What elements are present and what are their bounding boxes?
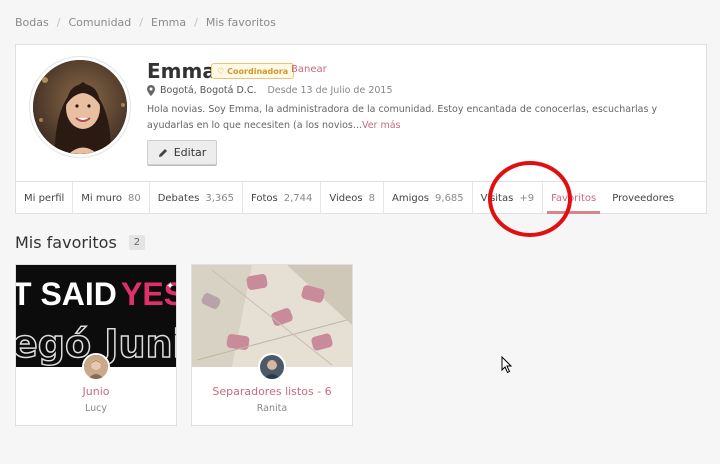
pencil-icon [158, 148, 167, 157]
profile-name: Emma [147, 59, 216, 83]
favorite-title[interactable]: Junio [16, 385, 176, 398]
breadcrumb-item-emma[interactable]: Emma [151, 16, 186, 29]
bio-text: Hola novias. Soy Emma, la administradora… [147, 104, 658, 131]
profile-tabs: Mi perfil Mi muro 80 Debates 3,365 Fotos… [16, 181, 706, 214]
tab-mi-perfil[interactable]: Mi perfil [16, 182, 74, 214]
role-badge-label: Coordinadora [227, 66, 289, 76]
breadcrumb-separator: / [139, 16, 144, 29]
tab-label: Videos [329, 192, 363, 204]
tab-count: 3,365 [205, 192, 234, 204]
heart-icon: ♡ [217, 66, 225, 76]
tab-label: Mi perfil [24, 192, 65, 204]
tab-count: 9,685 [435, 192, 464, 204]
tab-label: Mi muro [81, 192, 122, 204]
sparkle-icon: ✦ [166, 281, 174, 292]
avatar-photo [33, 60, 127, 154]
profile-bio: Hola novias. Soy Emma, la administradora… [147, 102, 692, 134]
location-text: Bogotá, Bogotá D.C. [160, 85, 257, 96]
favorite-cover-image: T SAID YES ✦ egó Juni [16, 265, 176, 367]
favorite-owner: Ranita [256, 403, 288, 414]
member-since: Desde 13 de Julio de 2015 [267, 85, 393, 96]
favorite-card-separadores[interactable]: Separadores listos - 6 Ranita [191, 264, 353, 426]
favorite-card-junio[interactable]: T SAID YES ✦ egó Juni Junio Lucy [15, 264, 177, 426]
breadcrumb-item-current: Mis favoritos [205, 16, 276, 29]
edit-profile-button[interactable]: Editar [147, 140, 217, 165]
breadcrumb-separator: / [194, 16, 198, 29]
favorites-section-title: Mis favoritos 2 [15, 233, 146, 252]
tab-label: Debates [157, 192, 200, 204]
profile-card: Emma ♡ Coordinadora Banear Bogotá, Bogot… [15, 44, 707, 214]
cover-image [192, 265, 352, 367]
owner-avatar[interactable] [82, 353, 110, 381]
tab-label: Proveedores [612, 192, 675, 204]
mouse-cursor-icon [501, 356, 513, 374]
favorite-cover-image [192, 265, 352, 367]
tab-proveedores[interactable]: Proveedores [604, 182, 682, 214]
tab-count: 2,744 [283, 192, 313, 204]
tab-fotos[interactable]: Fotos 2,744 [243, 182, 322, 214]
tab-label: Amigos [391, 192, 430, 204]
owner-avatar-image [260, 355, 284, 379]
role-badge: ♡ Coordinadora [211, 63, 295, 79]
section-heading: Mis favoritos [15, 233, 117, 252]
favorite-owner: Lucy [85, 403, 107, 414]
tab-count: 8 [368, 192, 375, 204]
avatar[interactable] [30, 57, 130, 157]
see-more-link[interactable]: Ver más [362, 120, 401, 131]
favorite-title[interactable]: Separadores listos - 6 [192, 385, 352, 398]
tab-debates[interactable]: Debates 3,365 [150, 182, 243, 214]
favorites-count-badge: 2 [128, 235, 146, 250]
ban-link[interactable]: Banear [291, 64, 327, 75]
owner-avatar[interactable] [258, 353, 286, 381]
location-row: Bogotá, Bogotá D.C. Desde 13 de Julio de… [147, 85, 393, 96]
edit-button-label: Editar [173, 146, 207, 159]
tab-label: Fotos [250, 192, 278, 204]
breadcrumb-separator: / [56, 16, 61, 29]
location-pin-icon [147, 85, 155, 96]
cover-text-said: T SAID [16, 276, 117, 312]
owner-avatar-image [84, 355, 108, 379]
annotation-highlight-circle [488, 161, 572, 237]
tab-videos[interactable]: Videos 8 [321, 182, 384, 214]
cover-image: T SAID YES ✦ egó Juni [16, 265, 176, 367]
breadcrumb-item-comunidad[interactable]: Comunidad [68, 16, 131, 29]
tab-count: 80 [127, 192, 141, 204]
tab-amigos[interactable]: Amigos 9,685 [384, 182, 473, 214]
breadcrumb-item-bodas[interactable]: Bodas [15, 16, 49, 29]
breadcrumb: Bodas / Comunidad / Emma / Mis favoritos [15, 16, 276, 29]
tab-mi-muro[interactable]: Mi muro 80 [73, 182, 150, 214]
